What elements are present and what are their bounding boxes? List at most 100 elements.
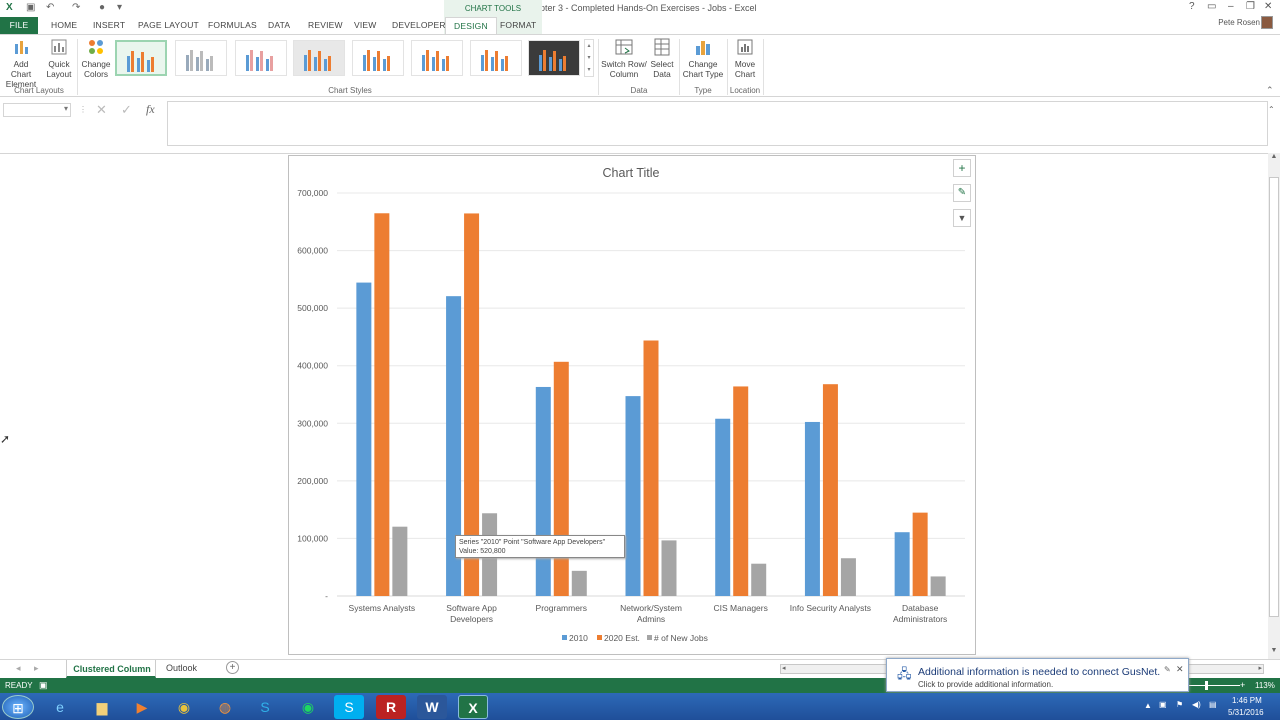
- chart-styles-scroll[interactable]: ▴ ▾ ▾: [584, 39, 594, 77]
- ie-icon[interactable]: e: [45, 695, 75, 719]
- add-chart-element-button[interactable]: Add Chart Element: [3, 38, 39, 89]
- file-explorer-icon[interactable]: ▆: [87, 695, 117, 719]
- zoom-level[interactable]: 113%: [1255, 681, 1275, 690]
- chart-style-5[interactable]: [352, 40, 404, 76]
- x-tick-label: Developers: [450, 614, 493, 624]
- tooltip-line-2: Value: 520,800: [459, 548, 506, 555]
- legend-swatch: [597, 635, 602, 640]
- tray-overflow-icon[interactable]: ▲: [1144, 701, 1152, 710]
- tab-review[interactable]: REVIEW: [308, 20, 343, 30]
- network-tray-icon[interactable]: ▤: [1209, 700, 1217, 709]
- excel-taskbar-icon[interactable]: X: [458, 695, 488, 719]
- collapse-ribbon-icon[interactable]: ⌃: [1266, 85, 1274, 96]
- help-icon[interactable]: ?: [1189, 1, 1195, 12]
- tray-app-icon[interactable]: ▣: [1159, 700, 1167, 709]
- cancel-icon[interactable]: ✕: [96, 102, 107, 118]
- bar-2020-est-: [822, 384, 838, 596]
- separator: [679, 39, 680, 95]
- expand-formula-bar-icon[interactable]: ⌃: [1268, 105, 1275, 114]
- tab-page-layout[interactable]: PAGE LAYOUT: [138, 20, 199, 30]
- r-app-icon[interactable]: R: [376, 695, 406, 719]
- tooltip-line-1: Series "2010" Point "Software App Develo…: [459, 539, 606, 546]
- avatar[interactable]: [1261, 16, 1273, 29]
- ribbon-tabs: FILE HOME INSERT PAGE LAYOUT FORMULAS DA…: [0, 17, 1280, 35]
- pin-icon[interactable]: ✎: [1164, 665, 1171, 674]
- restore-icon[interactable]: ❐: [1246, 1, 1255, 12]
- chart-style-8[interactable]: [528, 40, 580, 76]
- prev-sheet-icon[interactable]: ◂: [16, 663, 21, 674]
- start-button[interactable]: ⊞: [2, 695, 34, 719]
- change-chart-type-button[interactable]: Change Chart Type: [682, 38, 724, 79]
- change-colors-button[interactable]: Change Colors: [80, 38, 112, 79]
- vertical-scrollbar[interactable]: ▲ ▼: [1268, 153, 1280, 659]
- media-player-icon[interactable]: ▶: [127, 695, 157, 719]
- action-center-icon[interactable]: ⚑: [1176, 700, 1183, 709]
- bar-2010: [715, 418, 731, 596]
- title-bar: X ▣ ↶ ↷ ● ▾ Chapter 3 - Completed Hands-…: [0, 0, 1280, 17]
- ribbon-display-icon[interactable]: ▭: [1207, 1, 1216, 12]
- minimize-icon[interactable]: –: [1228, 1, 1234, 12]
- formula-input[interactable]: [167, 101, 1268, 146]
- tab-developer[interactable]: DEVELOPER: [392, 20, 446, 30]
- tab-home[interactable]: HOME: [51, 20, 77, 30]
- tab-formulas[interactable]: FORMULAS: [208, 20, 257, 30]
- zoom-slider[interactable]: [1180, 685, 1240, 686]
- chart-style-6[interactable]: [411, 40, 463, 76]
- chart-styles-brush-icon[interactable]: ✎: [953, 184, 971, 202]
- switch-row-column-button[interactable]: Switch Row/ Column: [601, 38, 647, 79]
- next-sheet-icon[interactable]: ▸: [34, 663, 39, 674]
- x-tick-label: CIS Managers: [714, 603, 768, 613]
- chart-svg[interactable]: Chart Title - 100,000 200,000 300,000 400,000…: [289, 156, 975, 654]
- zoom-slider-thumb[interactable]: [1205, 681, 1208, 690]
- sheet-tab-outlook[interactable]: Outlook: [166, 663, 197, 673]
- close-icon[interactable]: ✕: [1264, 1, 1272, 12]
- chart-style-1[interactable]: [115, 40, 167, 76]
- user-name[interactable]: Pete Rosen: [1218, 18, 1260, 27]
- select-data-button[interactable]: Select Data: [648, 38, 676, 79]
- quick-layout-button[interactable]: Quick Layout: [44, 38, 74, 79]
- chart-filters-icon[interactable]: ▼: [953, 209, 971, 227]
- tab-view[interactable]: VIEW: [354, 20, 377, 30]
- chart-elements-icon[interactable]: +: [953, 159, 971, 177]
- tab-data[interactable]: DATA: [268, 20, 290, 30]
- scroll-up-icon[interactable]: ▲: [1268, 153, 1280, 163]
- bar-2020-est-: [374, 213, 390, 596]
- chevron-down-icon[interactable]: ▾: [64, 104, 68, 113]
- zoom-in-icon[interactable]: +: [1240, 680, 1245, 690]
- chart-style-7[interactable]: [470, 40, 522, 76]
- name-box[interactable]: ▾: [3, 103, 71, 117]
- y-tick-label: 300,000: [297, 418, 328, 428]
- bar-2010: [535, 386, 551, 596]
- volume-icon[interactable]: ◀): [1192, 700, 1201, 709]
- insert-function-icon[interactable]: fx: [146, 102, 155, 117]
- chart-object[interactable]: Chart Title - 100,000 200,000 300,000 400,000…: [288, 155, 976, 655]
- clock-time[interactable]: 1:46 PM: [1232, 696, 1262, 705]
- tab-format[interactable]: FORMAT: [500, 20, 536, 30]
- tab-design[interactable]: DESIGN: [445, 17, 497, 35]
- skype-icon[interactable]: S: [250, 695, 280, 719]
- macro-record-icon[interactable]: ▣: [39, 680, 48, 691]
- chart-style-3[interactable]: [235, 40, 287, 76]
- skype-business-icon[interactable]: S: [334, 695, 364, 719]
- scroll-down-icon[interactable]: ▼: [1268, 647, 1280, 657]
- formula-bar: ▾ ⋮ ✕ ✓ fx ⌃: [0, 99, 1280, 147]
- scroll-left-icon[interactable]: ◂: [782, 664, 786, 672]
- scroll-right-icon[interactable]: ▸: [1258, 664, 1262, 672]
- clock-date[interactable]: 5/31/2016: [1228, 708, 1264, 717]
- word-icon[interactable]: W: [417, 695, 447, 719]
- vertical-scroll-thumb[interactable]: [1269, 177, 1279, 617]
- move-chart-button[interactable]: Move Chart: [730, 38, 760, 79]
- tab-insert[interactable]: INSERT: [93, 20, 125, 30]
- spotify-icon[interactable]: ◉: [293, 695, 323, 719]
- sheet-tab-clustered-column[interactable]: Clustered Column: [66, 660, 156, 678]
- enter-icon[interactable]: ✓: [121, 102, 132, 118]
- x-tick-label: Programmers: [536, 603, 587, 613]
- chart-style-4[interactable]: [293, 40, 345, 76]
- firefox-icon[interactable]: ◍: [210, 695, 240, 719]
- chrome-icon[interactable]: ◉: [169, 695, 199, 719]
- new-sheet-icon[interactable]: +: [226, 661, 239, 674]
- chart-style-2[interactable]: [175, 40, 227, 76]
- tab-file[interactable]: FILE: [0, 17, 38, 34]
- network-notification[interactable]: 🖧 Additional information is needed to co…: [886, 658, 1189, 692]
- notification-close-icon[interactable]: ✕: [1176, 664, 1184, 675]
